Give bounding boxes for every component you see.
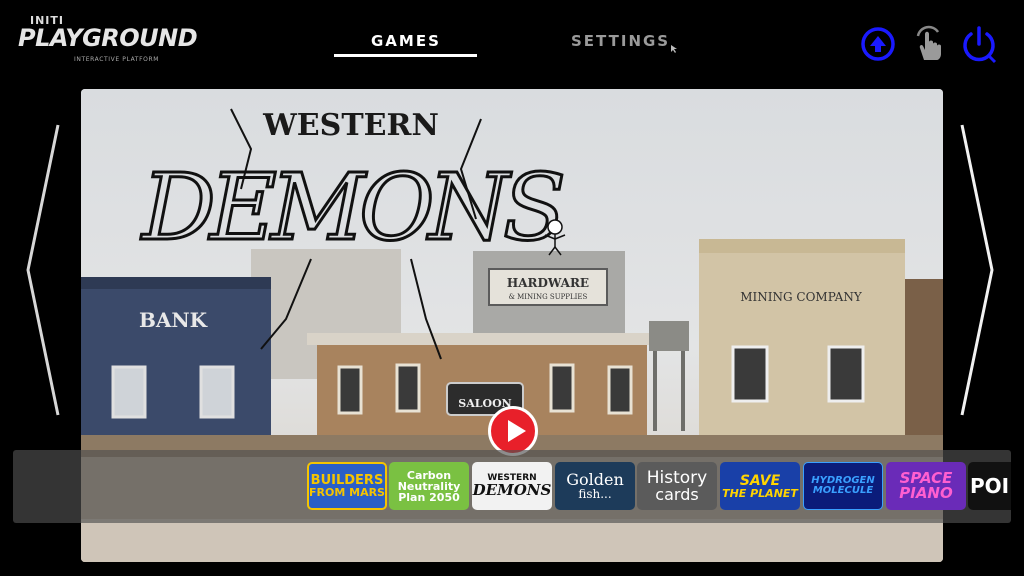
game-tile-golden-fish[interactable]: Golden fish... bbox=[555, 462, 635, 510]
touch-icon[interactable] bbox=[912, 24, 950, 64]
active-tab-indicator bbox=[334, 54, 477, 57]
next-arrow-icon[interactable] bbox=[958, 120, 998, 420]
tab-settings[interactable]: SETTINGS bbox=[571, 32, 670, 50]
game-tile-poi[interactable]: POI bbox=[968, 462, 1011, 510]
power-icon[interactable] bbox=[960, 24, 998, 64]
previous-arrow-icon[interactable] bbox=[22, 120, 62, 420]
game-tile-hydrogen-molecule[interactable]: HYDROGEN MOLECULE bbox=[803, 462, 883, 510]
svg-text:BANK: BANK bbox=[139, 308, 208, 332]
tab-games[interactable]: GAMES bbox=[371, 32, 441, 50]
game-tile-carbon-neutrality[interactable]: Carbon Neutrality Plan 2050 bbox=[389, 462, 469, 510]
hardware-sign-sub: & MINING SUPPLIES bbox=[509, 293, 588, 301]
game-title-top: WESTERN bbox=[262, 108, 439, 143]
game-tile-history-cards[interactable]: History cards bbox=[637, 462, 717, 510]
upload-icon[interactable] bbox=[859, 24, 897, 64]
game-tile-save-the-planet[interactable]: SAVE THE PLANET bbox=[720, 462, 800, 510]
game-tile-builders-from-mars[interactable]: BUILDERS FROM MARS bbox=[307, 462, 387, 510]
game-title-logo: DEMONS bbox=[140, 154, 562, 261]
mining-company-sign: MINING COMPANY bbox=[740, 290, 863, 304]
game-tile-western-demons[interactable]: WESTERN DEMONS bbox=[472, 462, 552, 510]
play-button[interactable] bbox=[488, 406, 538, 456]
mouse-cursor-icon bbox=[671, 45, 677, 53]
app-logo: INITI PLAYGROUND INTERACTIVE PLATFORM bbox=[18, 14, 198, 68]
logo-name: PLAYGROUND bbox=[18, 24, 198, 52]
game-tile-space-piano[interactable]: SPACE PIANO bbox=[886, 462, 966, 510]
logo-subtitle: INTERACTIVE PLATFORM bbox=[74, 56, 159, 63]
hardware-sign: HARDWARE bbox=[507, 276, 589, 290]
bank-sign: BANK bbox=[139, 308, 208, 332]
